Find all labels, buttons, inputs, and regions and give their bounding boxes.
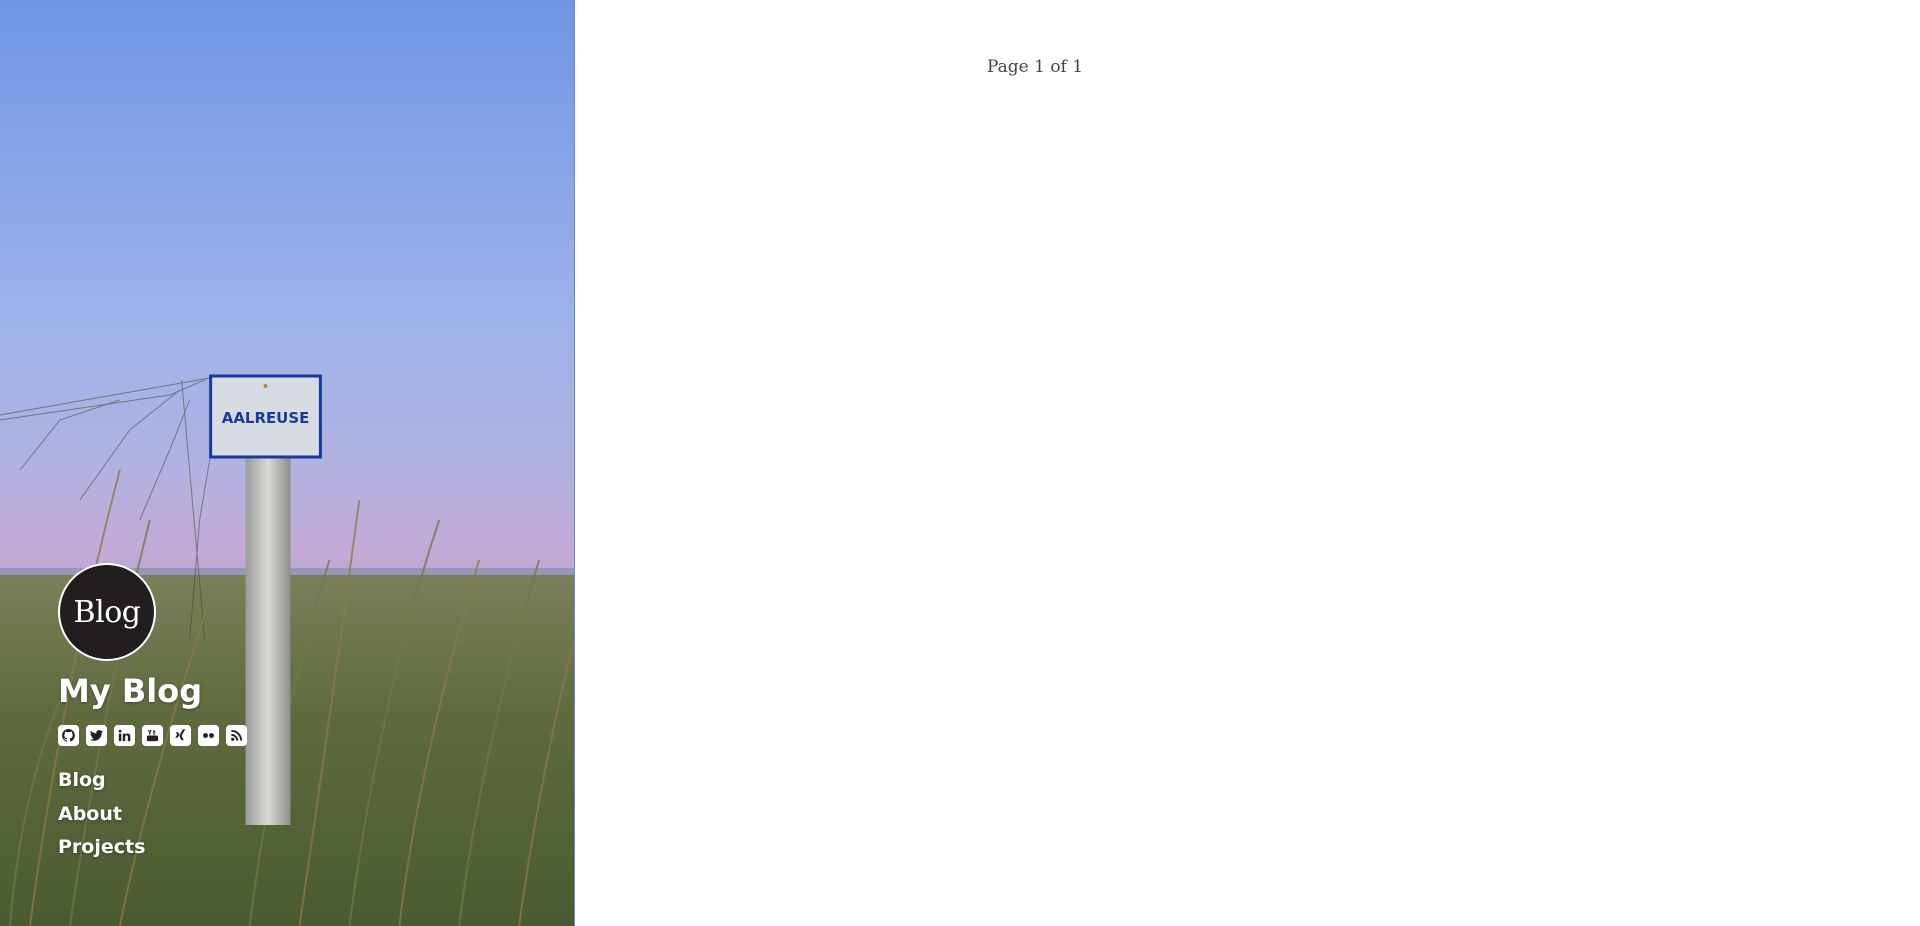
main-content: Page 1 of 1: [575, 0, 1920, 926]
github-icon[interactable]: [58, 725, 79, 746]
nav-item-blog[interactable]: Blog: [58, 764, 247, 798]
nav-item-about[interactable]: About: [58, 798, 247, 832]
avatar[interactable]: Blog: [58, 563, 156, 661]
pagination-text: Page 1 of 1: [986, 57, 1084, 77]
xing-icon[interactable]: [170, 725, 191, 746]
social-links: [58, 725, 247, 746]
youtube-icon[interactable]: [142, 725, 163, 746]
avatar-text: Blog: [73, 594, 141, 630]
flickr-icon[interactable]: [198, 725, 219, 746]
site-title[interactable]: My Blog: [58, 671, 247, 711]
sidebar: AALREUSE Blog My Blog Blog About Project…: [0, 0, 575, 926]
twitter-icon[interactable]: [86, 725, 107, 746]
rss-icon[interactable]: [226, 725, 247, 746]
sign-text: AALREUSE: [222, 409, 310, 427]
linkedin-icon[interactable]: [114, 725, 135, 746]
nav-item-projects[interactable]: Projects: [58, 831, 247, 865]
main-navigation: Blog About Projects: [58, 764, 247, 865]
